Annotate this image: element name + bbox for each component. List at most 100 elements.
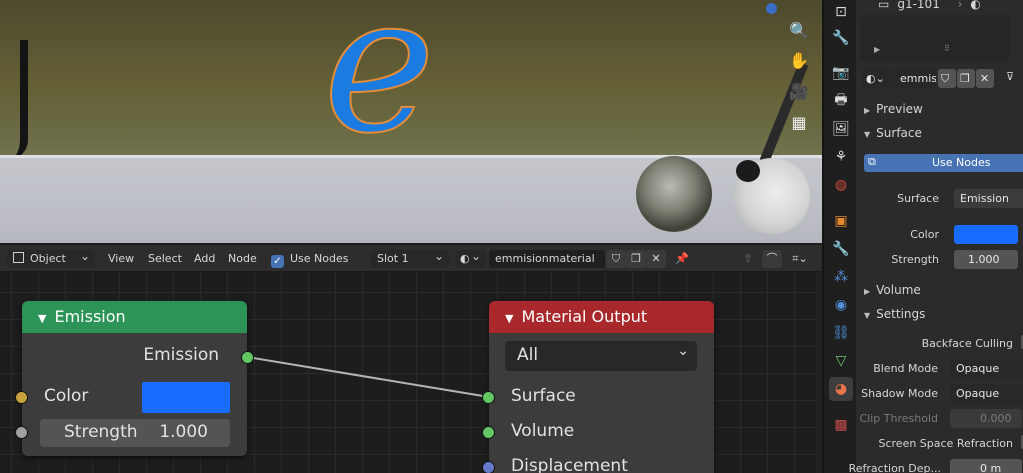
displacement-input-label: Displacement — [511, 456, 628, 473]
dark-curve-shape — [0, 40, 28, 160]
properties-main: ▭ g1-101 › ◐ ▶ ⠿ ◐⌄ emmis ⛉ ❐ ✕ ⊽ ▶ Previe… — [849, 0, 1023, 473]
preview-label: Preview — [876, 102, 923, 116]
material-output-node[interactable]: ▼ Material Output All ⌄ Surface Volume Di… — [489, 301, 714, 473]
strength-slider[interactable]: Strength 1.000 — [40, 419, 230, 447]
zoom-icon[interactable]: 🔍 — [786, 18, 812, 44]
object-tab-icon[interactable]: ▣ — [829, 209, 853, 233]
emission-node-title: Emission — [54, 307, 126, 326]
color-swatch[interactable] — [142, 382, 230, 413]
target-value: All — [517, 345, 539, 365]
duplicate-material-icon[interactable]: ❐ — [957, 69, 975, 88]
view-layer-tab-icon[interactable]: 🖼 — [829, 117, 853, 141]
surface-shader-dropdown[interactable]: Emission — [954, 189, 1023, 208]
surface-input-socket[interactable] — [482, 391, 495, 404]
section-preview[interactable]: ▶ Preview — [864, 102, 923, 116]
emission-color-swatch[interactable] — [954, 225, 1018, 244]
unlink-close-icon[interactable]: ✕ — [976, 69, 994, 88]
emission-node[interactable]: ▼ Emission Emission Color Strength 1.000 — [22, 301, 247, 456]
strength-label: Strength — [64, 422, 138, 442]
blend-mode-value: Opaque — [956, 362, 1000, 375]
surface-input-label: Surface — [511, 386, 576, 406]
emission-to-surface-link — [246, 356, 490, 398]
shadow-mode-dropdown[interactable]: Opaque — [950, 384, 1023, 403]
editor-type-icon[interactable]: ⊡ — [829, 0, 853, 24]
modifier-tab-icon[interactable]: 🔧 — [829, 237, 853, 261]
grid-icon[interactable]: ▦ — [786, 110, 812, 136]
volume-label: Volume — [876, 283, 921, 297]
surface-shader-value: Emission — [960, 192, 1009, 205]
material-name-short: emmis — [900, 72, 936, 85]
clip-threshold-label: Clip Threshold — [859, 412, 938, 425]
blend-mode-dropdown[interactable]: Opaque — [950, 359, 1023, 378]
clip-threshold-value: 0.000 — [980, 412, 1012, 425]
use-nodes-button[interactable]: ⧉ Use Nodes — [864, 154, 1023, 172]
refraction-depth-value: 0 m — [980, 462, 1002, 473]
scene-tab-icon[interactable]: ⚘ — [829, 145, 853, 169]
world-tab-icon[interactable]: ◍ — [829, 173, 853, 197]
properties-tab-bar: ⊡ 🔧 📷 🖶 🖼 ⚘ ◍ ▣ 🔧 ⁂ ◉ ⛓ ▽ ◕ ▩ — [824, 0, 856, 473]
color-input-socket[interactable] — [15, 391, 28, 404]
properties-editor[interactable]: ⊡ 🔧 📷 🖶 🖼 ⚘ ◍ ▣ 🔧 ⁂ ◉ ⛓ ▽ ◕ ▩ ▭ g1-101 › … — [822, 0, 1023, 473]
mesh-icon: ▭ — [878, 0, 890, 11]
section-surface[interactable]: ▼ Surface — [864, 126, 922, 140]
collapsed-arrow-icon: ▶ — [864, 287, 871, 296]
constraints-tab-icon[interactable]: ⛓ — [829, 321, 853, 345]
render-tab-icon[interactable]: 📷 — [829, 61, 853, 85]
expand-arrow-icon[interactable]: ▶ — [874, 45, 880, 54]
tool-tab-icon[interactable]: 🔧 — [829, 26, 853, 50]
material-tab-icon[interactable]: ◕ — [829, 377, 853, 401]
text-object-e[interactable]: e — [322, 0, 436, 161]
physics-tab-icon[interactable]: ◉ — [829, 293, 853, 317]
emission-output-socket[interactable] — [241, 351, 254, 364]
surface-label: Surface — [897, 192, 939, 205]
ssr-label: Screen Space Refraction — [878, 437, 1013, 450]
3d-viewport[interactable]: e 🔍 ✋ 🎥 ▦ — [0, 0, 822, 243]
resize-grip-icon[interactable]: ⠿ — [944, 44, 950, 53]
strength-value: 1.000 — [159, 422, 208, 442]
displacement-input-socket[interactable] — [482, 461, 495, 473]
object-name: g1-101 — [897, 0, 940, 11]
surface-section-label: Surface — [876, 126, 922, 140]
hand-icon[interactable]: ✋ — [786, 48, 812, 74]
collapse-arrow-icon[interactable]: ▼ — [38, 312, 46, 325]
collapse-arrow-icon[interactable]: ▼ — [505, 312, 513, 325]
output-tab-icon[interactable]: 🖶 — [829, 88, 853, 112]
material-name-field[interactable]: emmis — [894, 69, 936, 88]
expanded-arrow-icon: ▼ — [864, 311, 871, 320]
material-output-title: Material Output — [521, 307, 648, 326]
color-label: Color — [910, 228, 939, 241]
section-settings[interactable]: ▼ Settings — [864, 307, 925, 321]
material-output-header[interactable]: ▼ Material Output — [489, 301, 714, 333]
material-icon: ◐ — [970, 0, 981, 11]
emission-node-header[interactable]: ▼ Emission — [22, 301, 247, 333]
material-slots-list[interactable]: ▶ ⠿ — [860, 15, 1010, 61]
volume-input-label: Volume — [511, 421, 575, 441]
collapsed-arrow-icon: ▶ — [864, 106, 871, 115]
refraction-depth-label: Refraction Dep... — [848, 462, 941, 473]
gizmo-dot[interactable] — [766, 3, 777, 14]
particles-tab-icon[interactable]: ⁂ — [829, 265, 853, 289]
strength-input-socket[interactable] — [15, 426, 28, 439]
strength-field[interactable]: 1.000 — [954, 250, 1018, 269]
shader-node-editor[interactable]: Object View Select Add Node ✓Use Nodes S… — [0, 245, 822, 473]
data-tab-icon[interactable]: ▽ — [829, 349, 853, 373]
volume-input-socket[interactable] — [482, 426, 495, 439]
backface-culling-label: Backface Culling — [921, 337, 1013, 350]
material-browse-button[interactable]: ◐⌄ — [862, 69, 892, 88]
color-input-label: Color — [44, 386, 89, 406]
section-volume[interactable]: ▶ Volume — [864, 283, 921, 297]
expanded-arrow-icon: ▼ — [864, 130, 871, 139]
blend-mode-label: Blend Mode — [873, 362, 938, 375]
use-nodes-button-label: Use Nodes — [932, 156, 991, 169]
node-tree-icon: ⧉ — [868, 155, 876, 168]
target-dropdown[interactable]: All ⌄ — [505, 341, 697, 371]
link-mode-icon[interactable]: ⊽ — [1006, 70, 1014, 83]
refraction-depth-field[interactable]: 0 m — [950, 459, 1022, 473]
texture-tab-icon[interactable]: ▩ — [829, 413, 853, 437]
strength-label: Strength — [891, 253, 939, 266]
strength-value: 1.000 — [968, 253, 1000, 266]
fake-user-shield-icon[interactable]: ⛉ — [938, 69, 956, 88]
camera-icon[interactable]: 🎥 — [786, 79, 812, 105]
chevron-down-icon: ⌄ — [677, 343, 689, 359]
shadow-mode-label: Shadow Mode — [861, 387, 938, 400]
